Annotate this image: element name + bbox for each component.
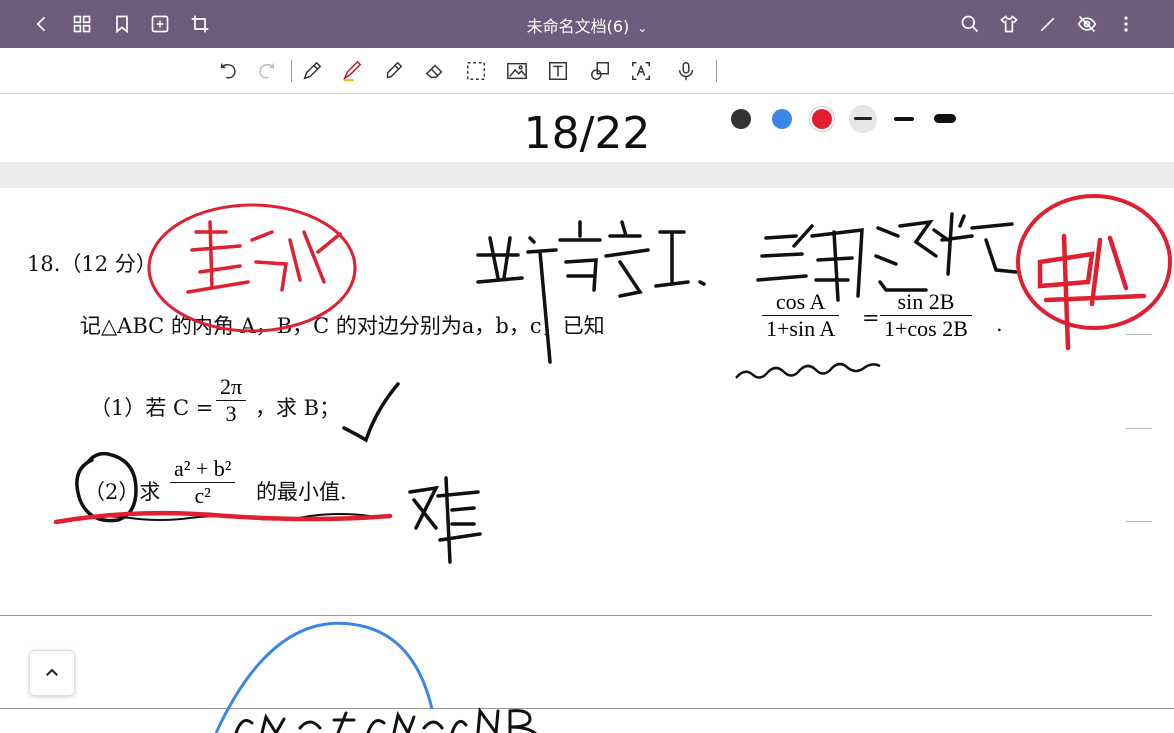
image-icon[interactable] <box>504 58 530 84</box>
ink-red-note-left <box>186 220 342 294</box>
part2-numerator: a² + b² <box>174 456 232 481</box>
drawing-toolbar <box>0 48 1174 133</box>
part2-denominator: c² <box>170 482 236 509</box>
ink-blue-arc <box>214 621 434 733</box>
given-right-denominator: 1+cos 2B <box>880 315 972 342</box>
ink-wavy-underline-part2 <box>69 513 371 521</box>
toolbar-divider <box>716 60 717 82</box>
ink-red-circle-right <box>1016 194 1172 330</box>
redo-icon[interactable] <box>253 58 279 84</box>
pen-mode-icon[interactable] <box>1036 12 1060 36</box>
pen-icon[interactable] <box>339 58 365 84</box>
shape-icon[interactable] <box>587 58 613 84</box>
page-divider <box>0 615 1152 616</box>
ink-red-note-right <box>1037 233 1147 351</box>
text-box-icon[interactable] <box>545 58 571 84</box>
given-fraction-right: sin 2B 1+cos 2B <box>880 289 972 342</box>
page-divider <box>0 708 1174 709</box>
document-title-text: 未命名文档(6) <box>526 17 630 36</box>
search-icon[interactable] <box>958 12 982 36</box>
ink-wavy-underline <box>735 362 881 379</box>
part2-suffix: 的最小值. <box>256 480 347 504</box>
app-top-bar: 未命名文档(6) ⌄ <box>0 0 1174 48</box>
margin-tick <box>1126 334 1152 335</box>
part1-prefix: （1）若 C = <box>90 396 214 420</box>
hide-ink-icon[interactable] <box>1075 12 1099 36</box>
toolbar-divider <box>291 60 292 82</box>
ink-black-title-1 <box>476 220 706 364</box>
part2-fraction: a² + b² c² <box>170 456 236 509</box>
given-fraction-left: cos A 1+sin A <box>762 289 840 342</box>
microphone-icon[interactable] <box>673 58 699 84</box>
theme-shirt-icon[interactable] <box>997 12 1021 36</box>
highlighter-icon[interactable] <box>381 58 407 84</box>
chevron-down-icon: ⌄ <box>637 21 648 35</box>
undo-icon[interactable] <box>216 58 242 84</box>
part1-fraction: 2π 3 <box>216 374 247 427</box>
ocr-text-icon[interactable] <box>628 58 654 84</box>
given-left-denominator: 1+sin A <box>762 315 840 342</box>
lasso-select-icon[interactable] <box>463 58 489 84</box>
page-gap <box>0 162 1174 188</box>
equals-sign: = <box>862 306 880 330</box>
more-menu-icon[interactable] <box>1114 12 1138 36</box>
part2-prefix: （2）求 <box>84 480 161 504</box>
ink-red-underline-part2 <box>53 510 393 525</box>
part1-denominator: 3 <box>216 400 247 427</box>
margin-tick <box>1126 428 1152 429</box>
ink-hard-note <box>408 476 482 564</box>
ink-bottom-writing <box>234 706 538 733</box>
margin-tick <box>1126 521 1152 522</box>
scroll-to-top-button[interactable] <box>29 650 75 696</box>
part1-suffix: ，求 B； <box>255 396 341 420</box>
question-number: 18.（12 分） <box>27 252 157 276</box>
part1-numerator: 2π <box>220 374 243 399</box>
page-counter: 18/22 <box>523 108 651 159</box>
pencil-icon[interactable] <box>299 58 325 84</box>
question-stem: 记△ABC 的内角 A，B，C 的对边分别为a，b，c，已知 <box>80 314 605 338</box>
eraser-icon[interactable] <box>422 58 448 84</box>
given-right-numerator: sin 2B <box>897 289 955 314</box>
given-left-numerator: cos A <box>775 289 826 314</box>
ink-black-title-2 <box>756 212 1018 302</box>
ink-checkmark <box>342 382 400 443</box>
chevron-up-icon <box>46 668 58 676</box>
stem-period: . <box>996 312 1003 336</box>
